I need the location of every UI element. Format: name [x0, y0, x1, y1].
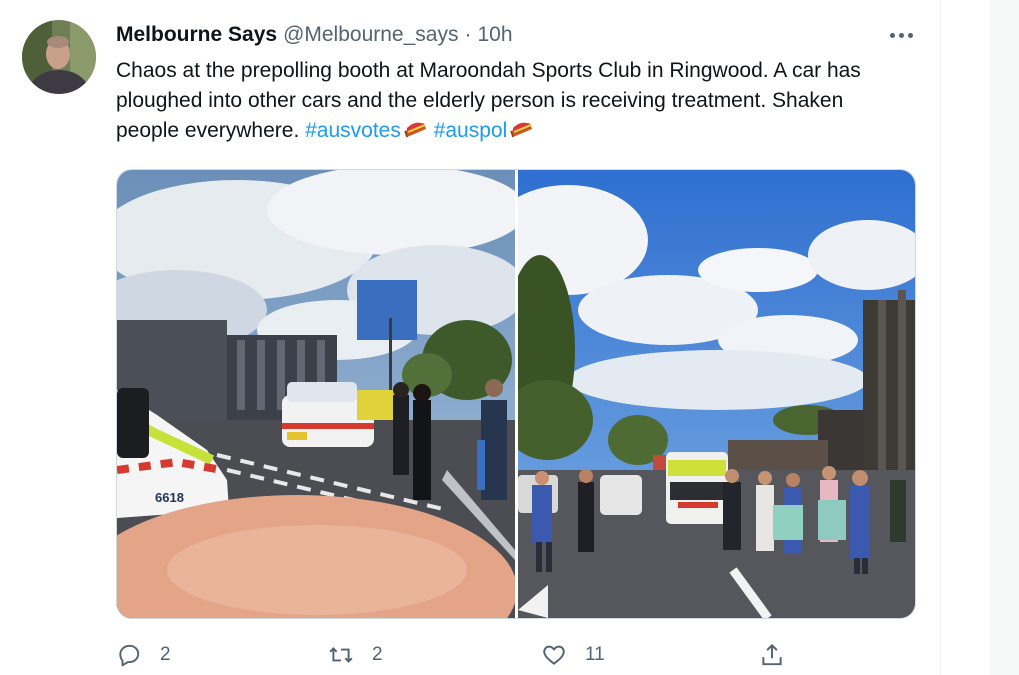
avatar-image: [22, 20, 96, 94]
tweet-media[interactable]: 6618: [116, 169, 916, 619]
column-divider: [940, 0, 941, 675]
share-icon: [762, 643, 782, 666]
sidebar-edge: [990, 0, 1019, 675]
tweet-actions: 2 2 11: [116, 640, 796, 670]
reply-count: 2: [160, 644, 171, 665]
hashtag-auspol[interactable]: #auspol: [434, 119, 508, 142]
hashtag-ausvotes[interactable]: #ausvotes: [305, 119, 401, 142]
separator-dot: ·: [464, 23, 472, 46]
tweet[interactable]: Melbourne Says @Melbourne_says · 10h Cha…: [0, 0, 940, 675]
reply-icon: [119, 644, 140, 667]
avatar[interactable]: [22, 20, 96, 94]
retweet-button[interactable]: 2: [328, 640, 383, 670]
ballot-box-sausage-emoji: [402, 118, 428, 140]
more-options-button[interactable]: [884, 24, 920, 48]
retweet-icon: [329, 647, 353, 663]
tweet-text: Chaos at the prepolling booth at Maroond…: [116, 56, 906, 146]
user-handle[interactable]: @Melbourne_says: [283, 22, 458, 48]
photo-right[interactable]: [518, 170, 915, 618]
display-name[interactable]: Melbourne Says: [116, 22, 277, 48]
photo-left[interactable]: 6618: [117, 170, 515, 618]
retweet-count: 2: [372, 644, 383, 665]
like-count: 11: [585, 644, 605, 665]
heart-icon: [543, 645, 565, 665]
car-number: 6618: [155, 490, 184, 505]
reply-button[interactable]: 2: [116, 640, 171, 670]
ballot-box-sausage-emoji: [508, 118, 534, 140]
tweet-timestamp[interactable]: 10h: [477, 22, 512, 48]
like-button[interactable]: 11: [541, 640, 605, 670]
tweet-header: Melbourne Says @Melbourne_says · 10h: [116, 22, 513, 48]
share-button[interactable]: [759, 640, 785, 670]
